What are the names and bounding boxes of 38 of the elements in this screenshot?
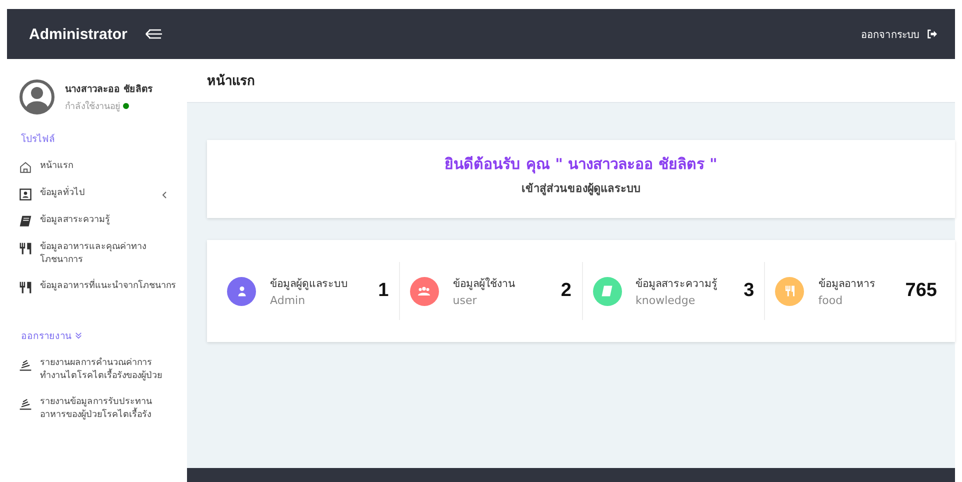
sidebar-item[interactable]: รายงานผลการคำนวณค่าการทำงานไตโรคไตเรื้อรังของผู้ป่วย — [19, 357, 177, 384]
stat-label: ข้อมูลอาหาร — [818, 277, 876, 292]
report-icon — [19, 397, 32, 410]
logout-icon — [927, 29, 937, 39]
stat-sublabel: Admin — [270, 294, 306, 307]
page-title: หน้าแรก — [207, 72, 255, 91]
stat-count: 3 — [744, 280, 754, 302]
user-name: นางสาวละออ ชัยลิตร — [65, 83, 152, 96]
sidebar-item[interactable]: ข้อมูลอาหารและคุณค่าทางโภชนาการ — [19, 241, 177, 268]
brand-title: Administrator — [29, 26, 128, 42]
utensils-icon — [19, 242, 32, 255]
utensils-icon — [19, 281, 32, 294]
stat-sublabel: food — [818, 294, 844, 307]
section-heading: ออกรายงาน — [21, 330, 71, 344]
chevron-down-icon[interactable] — [75, 332, 82, 340]
stat-sublabel: knowledge — [636, 294, 696, 307]
stat-count: 765 — [905, 280, 937, 302]
id-card-icon — [19, 188, 32, 201]
welcome-subtitle: เข้าสู่ส่วนของผู้ดูแลระบบ — [522, 181, 640, 197]
book-icon — [19, 215, 32, 228]
sidebar-item[interactable]: ข้อมูลอาหารที่แนะนำจากโภชนากร — [19, 280, 177, 294]
stat-label: ข้อมูลสาระความรู้ — [636, 277, 718, 292]
report-icon — [19, 358, 32, 372]
stat-label: ข้อมูลผู้ใช้งาน — [452, 276, 516, 292]
section-heading: โปรไฟล์ — [21, 132, 55, 146]
stat-count: 1 — [378, 280, 389, 302]
stat-count: 2 — [560, 280, 572, 302]
avatar-icon — [19, 79, 55, 115]
welcome-title: ยินดีต้อนรับ คุณ " นางสาวละออ ชัยลิตร " — [444, 154, 718, 176]
sidebar-item[interactable]: ข้อมูลสาระความรู้ — [19, 214, 177, 228]
sidebar-item[interactable]: รายงานข้อมูลการรับประทานอาหารของผู้ป่วยโรคไตเรื้อรัง — [19, 396, 177, 422]
logout-link[interactable]: ออกจากระบบ — [861, 26, 937, 42]
sidebar-item[interactable]: หน้าแรก — [19, 160, 177, 174]
user-status: กำลังใช้งานอยู่ — [65, 100, 120, 113]
sidebar-item[interactable]: ข้อมูลทั่วไป — [19, 187, 177, 201]
home-icon — [19, 161, 32, 174]
stat-label: ข้อมูลผู้ดูแลระบบ — [270, 277, 349, 292]
stat-sublabel: user — [452, 294, 478, 307]
